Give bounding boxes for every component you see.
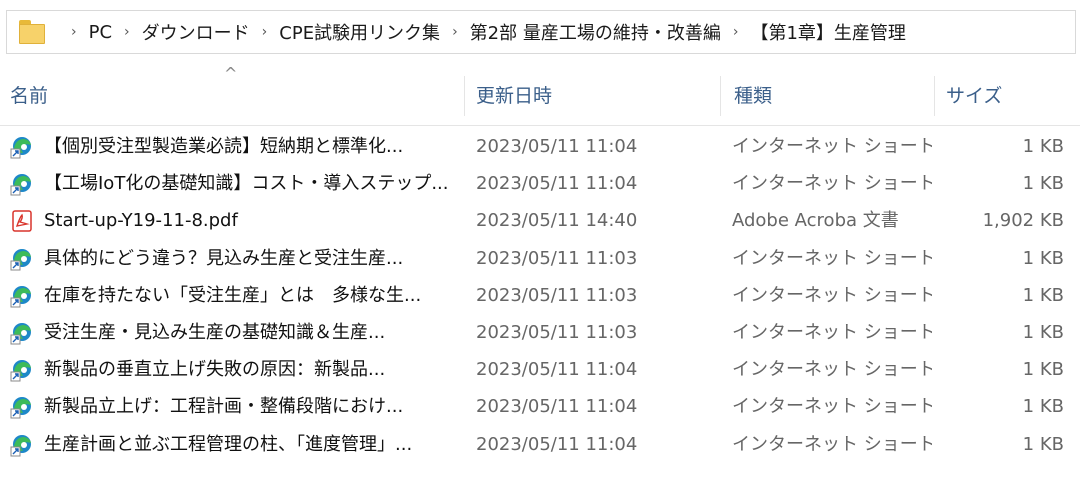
folder-icon [19, 20, 45, 44]
file-type: インターネット ショート... [732, 284, 932, 306]
internet-shortcut-icon [10, 433, 34, 457]
file-explorer-window: › PC › ダウンロード › CPE試験用リンク集 › 第2部 量産工場の維持… [0, 0, 1080, 479]
column-divider[interactable] [720, 76, 721, 116]
file-row[interactable]: 生産計画と並ぶ工程管理の柱、「進度管理」... 2023/05/11 11:04… [0, 426, 1080, 463]
file-size: 1 KB [1022, 359, 1064, 381]
file-type: インターネット ショート... [732, 321, 932, 343]
file-row[interactable]: 在庫を持たない「受注生産」とは 多様な生... 2023/05/11 11:03… [0, 277, 1080, 314]
file-name: 具体的にどう違う？見込み生産と受注生産... [44, 247, 404, 269]
file-date: 2023/05/11 11:03 [476, 284, 638, 306]
file-name: Start-up-Y19-11-8.pdf [44, 210, 238, 232]
file-row[interactable]: 新製品の垂直立上げ失敗の原因：新製品... 2023/05/11 11:04 イ… [0, 351, 1080, 388]
file-date: 2023/05/11 11:04 [476, 136, 638, 157]
file-size: 1 KB [1022, 136, 1064, 157]
file-date: 2023/05/11 11:03 [476, 321, 638, 343]
internet-shortcut-icon [10, 172, 34, 196]
file-row[interactable]: 【工場IoT化の基礎知識】コスト・導入ステップ... 2023/05/11 11… [0, 165, 1080, 202]
file-name: 新製品立上げ：工程計画・整備段階におけ... [44, 396, 404, 418]
file-size: 1 KB [1022, 284, 1064, 306]
file-type: Adobe Acroba 文書 [732, 210, 899, 232]
internet-shortcut-icon [10, 358, 34, 382]
internet-shortcut-icon [10, 135, 34, 159]
sort-ascending-icon: ^ [224, 64, 238, 83]
file-size: 1 KB [1022, 247, 1064, 269]
file-date: 2023/05/11 11:04 [476, 173, 638, 195]
file-type: インターネット ショート... [732, 247, 932, 269]
breadcrumb-separator[interactable]: › [71, 24, 77, 40]
file-type: インターネット ショート... [732, 433, 932, 455]
file-type: インターネット ショート... [732, 136, 932, 157]
file-name: 受注生産・見込み生産の基礎知識＆生産... [44, 321, 386, 343]
column-header-name[interactable]: 名前 [10, 80, 48, 112]
file-name: 【工場IoT化の基礎知識】コスト・導入ステップ... [44, 173, 449, 195]
file-row[interactable]: 受注生産・見込み生産の基礎知識＆生産... 2023/05/11 11:03 イ… [0, 314, 1080, 351]
file-name: 【個別受注型製造業必読】短納期と標準化... [44, 136, 404, 157]
file-date: 2023/05/11 11:04 [476, 359, 638, 381]
file-size: 1 KB [1022, 173, 1064, 195]
file-name: 在庫を持たない「受注生産」とは 多様な生... [44, 284, 422, 306]
file-date: 2023/05/11 14:40 [476, 210, 638, 232]
file-type: インターネット ショート... [732, 396, 932, 418]
file-name: 生産計画と並ぶ工程管理の柱、「進度管理」... [44, 433, 413, 455]
internet-shortcut-icon [10, 321, 34, 345]
breadcrumb-chapter1[interactable]: 【第1章】生産管理 [750, 19, 905, 45]
breadcrumb-separator[interactable]: › [262, 24, 268, 40]
column-divider[interactable] [464, 76, 465, 116]
file-name: 新製品の垂直立上げ失敗の原因：新製品... [44, 359, 386, 381]
column-header-date[interactable]: 更新日時 [476, 80, 552, 112]
internet-shortcut-icon [10, 247, 34, 271]
address-bar[interactable]: › PC › ダウンロード › CPE試験用リンク集 › 第2部 量産工場の維持… [6, 10, 1076, 54]
breadcrumb-separator[interactable]: › [452, 24, 458, 40]
internet-shortcut-icon [10, 284, 34, 308]
column-header-row: ^ 名前 更新日時 種類 サイズ [0, 62, 1080, 126]
file-row[interactable]: Start-up-Y19-11-8.pdf 2023/05/11 14:40 A… [0, 202, 1080, 239]
breadcrumb-part2[interactable]: 第2部 量産工場の維持・改善編 [470, 19, 721, 45]
file-date: 2023/05/11 11:04 [476, 433, 638, 455]
file-date: 2023/05/11 11:03 [476, 247, 638, 269]
breadcrumb-pc[interactable]: PC [89, 22, 112, 43]
column-header-type[interactable]: 種類 [734, 80, 772, 112]
file-row[interactable]: 新製品立上げ：工程計画・整備段階におけ... 2023/05/11 11:04 … [0, 388, 1080, 425]
file-type: インターネット ショート... [732, 173, 932, 195]
column-divider[interactable] [934, 76, 935, 116]
file-row[interactable]: 【個別受注型製造業必読】短納期と標準化... 2023/05/11 11:04 … [0, 128, 1080, 165]
file-row[interactable]: 具体的にどう違う？見込み生産と受注生産... 2023/05/11 11:03 … [0, 240, 1080, 277]
pdf-icon [10, 209, 34, 233]
file-type: インターネット ショート... [732, 359, 932, 381]
file-size: 1 KB [1022, 396, 1064, 418]
breadcrumb-separator[interactable]: › [733, 24, 739, 40]
breadcrumb-separator[interactable]: › [124, 24, 130, 40]
file-size: 1 KB [1022, 433, 1064, 455]
breadcrumb-downloads[interactable]: ダウンロード [142, 19, 250, 45]
file-list: 【個別受注型製造業必読】短納期と標準化... 2023/05/11 11:04 … [0, 128, 1080, 463]
file-date: 2023/05/11 11:04 [476, 396, 638, 418]
internet-shortcut-icon [10, 395, 34, 419]
file-size: 1 KB [1022, 321, 1064, 343]
breadcrumb-cpe-links[interactable]: CPE試験用リンク集 [279, 19, 440, 45]
column-header-size[interactable]: サイズ [946, 80, 1002, 112]
file-size: 1,902 KB [982, 210, 1064, 232]
